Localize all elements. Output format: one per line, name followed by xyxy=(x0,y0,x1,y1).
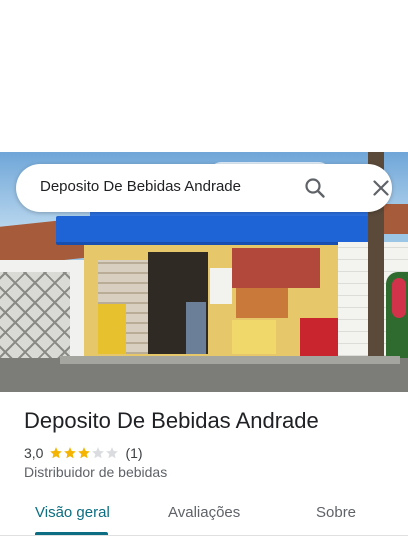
place-tabs: Visão geral Avaliações Sobre xyxy=(0,492,408,536)
place-title: Deposito De Bebidas Andrade xyxy=(24,408,319,433)
rating-value: 3,0 xyxy=(24,445,44,461)
rating-stars xyxy=(49,446,119,460)
search-bar[interactable]: Deposito De Bebidas Andrade xyxy=(16,164,392,212)
search-input[interactable]: Deposito De Bebidas Andrade xyxy=(40,178,241,195)
tab-reviews[interactable]: Avaliações xyxy=(168,504,240,521)
rating-row[interactable]: 3,0 (1) xyxy=(24,444,143,462)
divider xyxy=(0,535,408,536)
tab-about[interactable]: Sobre xyxy=(316,504,356,521)
star-filled-icon xyxy=(50,447,63,459)
close-icon[interactable] xyxy=(369,176,393,200)
star-filled-icon xyxy=(78,447,91,459)
review-count[interactable]: (1) xyxy=(125,445,142,461)
star-empty-icon xyxy=(92,447,105,459)
star-empty-icon xyxy=(106,447,119,459)
place-category: Distribuidor de bebidas xyxy=(24,464,168,480)
blank-area xyxy=(0,0,408,152)
tab-overview[interactable]: Visão geral xyxy=(35,504,110,521)
star-filled-icon xyxy=(64,447,77,459)
search-icon[interactable] xyxy=(303,176,327,200)
